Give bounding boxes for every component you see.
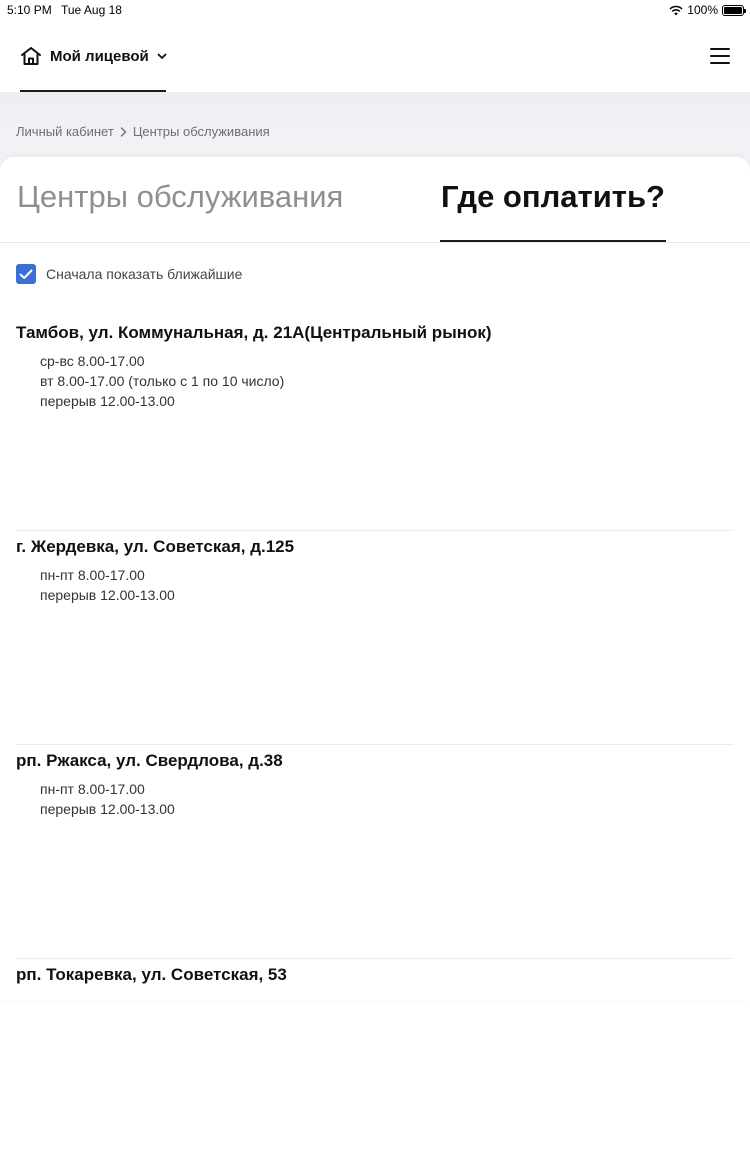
battery-percent: 100% — [687, 3, 718, 17]
status-right: 100% — [669, 3, 746, 17]
hours-line: перерыв 12.00-13.00 — [40, 587, 175, 603]
status-bar: 5:10 PM Tue Aug 18 100% — [0, 0, 750, 20]
breadcrumb: Личный кабинет Центры обслуживания — [16, 124, 270, 139]
location-address: г. Жердевка, ул. Советская, д.125 — [16, 537, 295, 556]
app-header: Мой лицевой — [0, 20, 750, 92]
location-list: Тамбов, ул. Коммунальная, д. 21А(Централ… — [16, 317, 734, 1173]
account-selector[interactable]: Мой лицевой — [20, 42, 167, 70]
location-address: рп. Токаревка, ул. Советская, 53 — [16, 965, 287, 984]
hours-line: перерыв 12.00-13.00 — [40, 801, 175, 817]
home-icon — [21, 47, 41, 65]
tab-where-to-pay[interactable]: Где оплатить? — [441, 179, 665, 215]
tab-service-centers[interactable]: Центры обслуживания — [17, 179, 343, 215]
status-time: 5:10 PM — [7, 3, 52, 17]
account-label: Мой лицевой — [50, 47, 149, 65]
list-item[interactable]: г. Жердевка, ул. Советская, д.125 пн-пт … — [16, 531, 734, 745]
hours-line: ср-вс 8.00-17.00 — [40, 353, 145, 369]
list-item[interactable]: рп. Токаревка, ул. Советская, 53 — [16, 959, 734, 1173]
breadcrumb-item-current: Центры обслуживания — [132, 124, 270, 139]
chevron-right-icon — [120, 126, 127, 137]
status-date: Tue Aug 18 — [61, 3, 122, 17]
hours-line: пн-пт 8.00-17.00 — [40, 567, 145, 583]
battery-icon — [722, 4, 746, 16]
chevron-down-icon — [157, 53, 167, 59]
location-address: рп. Ржакса, ул. Свердлова, д.38 — [16, 751, 283, 770]
tab-bar: Центры обслуживания Где оплатить? — [0, 157, 750, 243]
hours-line: перерыв 12.00-13.00 — [40, 393, 175, 409]
list-item[interactable]: Тамбов, ул. Коммунальная, д. 21А(Централ… — [16, 317, 734, 531]
location-hours: ср-вс 8.00-17.00 вт 8.00-17.00 (только с… — [40, 351, 734, 411]
wifi-icon — [669, 5, 683, 15]
location-address: Тамбов, ул. Коммунальная, д. 21А(Централ… — [16, 323, 492, 342]
show-nearest-toggle[interactable]: Сначала показать ближайшие — [16, 264, 242, 284]
active-tab-indicator — [440, 240, 666, 242]
nearest-label: Сначала показать ближайшие — [46, 266, 243, 282]
location-hours: пн-пт 8.00-17.00 перерыв 12.00-13.00 — [40, 779, 734, 819]
hamburger-menu-icon[interactable] — [710, 48, 730, 64]
content-card: Центры обслуживания Где оплатить? Сначал… — [0, 157, 750, 1000]
hours-line: пн-пт 8.00-17.00 — [40, 781, 145, 797]
list-item[interactable]: рп. Ржакса, ул. Свердлова, д.38 пн-пт 8.… — [16, 745, 734, 959]
nearest-checkbox[interactable] — [16, 264, 36, 284]
checkmark-icon — [19, 269, 33, 279]
location-hours: пн-пт 8.00-17.00 перерыв 12.00-13.00 — [40, 565, 734, 605]
breadcrumb-item-cabinet[interactable]: Личный кабинет — [16, 124, 114, 139]
hours-line: вт 8.00-17.00 (только с 1 по 10 число) — [40, 373, 285, 389]
